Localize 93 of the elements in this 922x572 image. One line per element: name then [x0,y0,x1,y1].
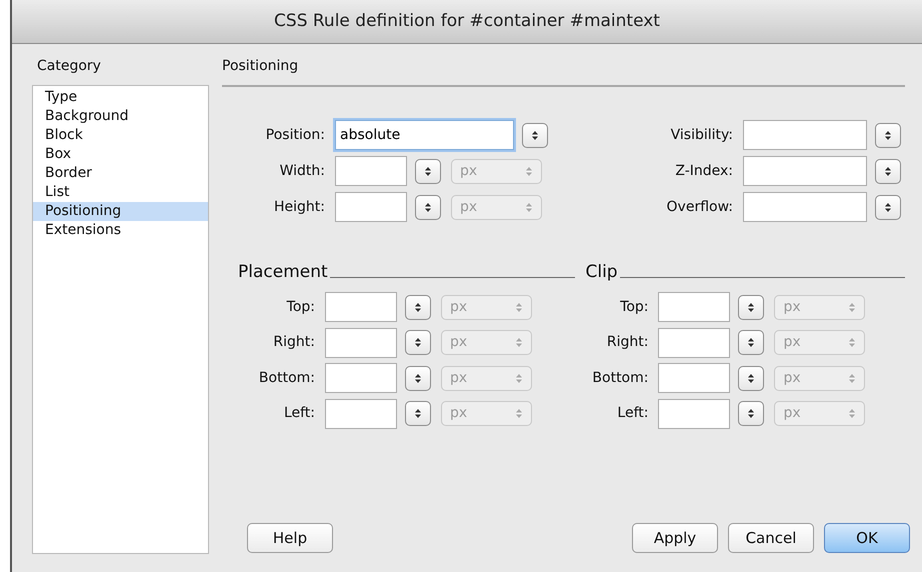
stepper-button[interactable] [405,294,431,320]
text-field[interactable]: absolute [335,120,514,150]
unit-dropdown: px [774,401,866,426]
unit-dropdown: px [774,366,866,390]
updown-arrows-icon [531,130,539,140]
field-label: Visibility: [670,126,733,144]
updown-arrows-icon [525,166,533,176]
dialog-button[interactable]: Apply [632,523,718,553]
text-field[interactable] [658,398,730,428]
stepper-button[interactable] [875,194,901,220]
panel-title: Positioning [222,57,300,76]
updown-arrows-icon [515,302,523,312]
updown-arrows-icon [414,408,422,419]
text-field[interactable] [743,156,867,186]
text-field[interactable] [743,192,867,222]
updown-arrows-icon [424,166,432,176]
updown-arrows-icon [848,372,856,384]
updown-arrows-icon [414,337,422,348]
stepper-button[interactable] [738,294,764,320]
stepper-button[interactable] [405,330,431,355]
updown-arrows-icon [747,408,756,419]
category-item[interactable]: Background [33,107,208,126]
unit-dropdown: px [774,294,866,320]
text-field[interactable] [658,328,730,358]
field-label: Right: [606,333,648,352]
updown-arrows-icon [884,202,892,212]
field-label: Height: [273,198,325,216]
stepper-button[interactable] [405,366,431,390]
text-field[interactable] [658,292,730,322]
text-field[interactable] [335,192,407,222]
updown-arrows-icon [884,166,892,176]
category-item[interactable]: List [33,183,208,202]
dialog-button[interactable]: OK [824,523,910,553]
category-label: Category [37,57,102,76]
category-item[interactable]: Type [33,88,208,107]
field-label: Overflow: [666,198,733,216]
stepper-button[interactable] [875,122,901,148]
unit-dropdown: px [441,330,532,355]
updown-arrows-icon [747,302,756,312]
field-label: Width: [278,162,325,180]
text-field[interactable] [325,292,397,322]
category-item[interactable]: Extensions [33,221,208,240]
updown-arrows-icon [747,337,756,348]
field-label: Z-Index: [674,162,733,180]
field-label: Bottom: [591,368,648,388]
text-field[interactable] [325,398,397,428]
updown-arrows-icon [515,408,523,419]
text-field[interactable] [658,363,730,393]
window-title: CSS Rule definition for #container #maintext [274,10,660,33]
unit-dropdown: px [441,294,532,320]
updown-arrows-icon [515,372,523,384]
updown-arrows-icon [884,130,892,140]
stepper-button[interactable] [405,401,431,426]
field-label: Right: [272,333,315,352]
unit-dropdown: px [774,330,866,355]
unit-dropdown: px [451,194,542,220]
group-heading: Placement [238,262,328,282]
category-item[interactable]: Positioning [33,202,208,221]
field-label: Left: [616,404,648,423]
updown-arrows-icon [515,337,523,348]
field-label: Top: [619,298,648,316]
text-field[interactable] [325,328,397,358]
stepper-button[interactable] [738,330,764,355]
field-label: Position: [264,126,325,144]
stepper-button[interactable] [875,158,901,184]
dialog-button[interactable]: Cancel [728,523,814,553]
text-field[interactable] [743,120,867,150]
unit-dropdown: px [441,401,532,426]
group-heading: Clip [585,262,618,282]
updown-arrows-icon [424,202,432,212]
updown-arrows-icon [848,302,856,312]
stepper-button[interactable] [522,122,548,148]
dialog-button[interactable]: Help [247,523,333,553]
stepper-button[interactable] [738,366,764,390]
updown-arrows-icon [747,372,756,384]
unit-dropdown: px [451,158,542,184]
field-label: Left: [282,404,315,423]
category-item[interactable]: Box [33,145,208,164]
text-field[interactable] [335,156,407,186]
category-item[interactable]: Border [33,164,208,183]
updown-arrows-icon [414,302,422,312]
field-label: Top: [286,298,315,316]
field-label: Bottom: [258,368,315,388]
updown-arrows-icon [414,372,422,384]
stepper-button[interactable] [738,401,764,426]
stepper-button[interactable] [415,194,441,220]
stepper-button[interactable] [415,158,441,184]
updown-arrows-icon [848,337,856,348]
updown-arrows-icon [525,202,533,212]
text-field[interactable] [325,363,397,393]
category-item[interactable]: Block [33,126,208,145]
updown-arrows-icon [848,408,856,419]
unit-dropdown: px [441,366,532,390]
